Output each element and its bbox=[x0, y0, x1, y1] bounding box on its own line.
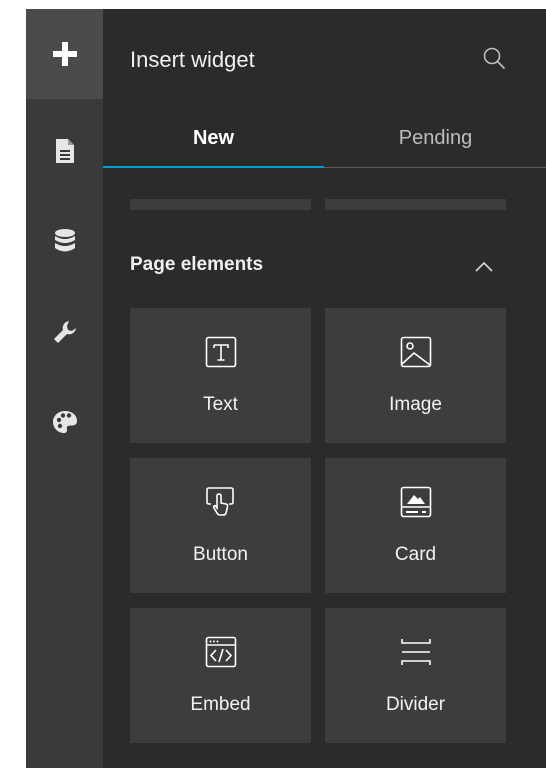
tab-pending[interactable]: Pending bbox=[325, 109, 546, 167]
widget-label: Embed bbox=[190, 694, 251, 715]
rail-data-button[interactable] bbox=[26, 196, 103, 286]
embed-icon bbox=[205, 636, 236, 668]
active-tab-indicator bbox=[103, 166, 324, 168]
text-icon bbox=[205, 336, 236, 368]
palette-icon bbox=[52, 411, 77, 433]
tab-bar: New Pending bbox=[103, 109, 546, 168]
widget-tile-embed[interactable]: Embed bbox=[130, 608, 311, 743]
collapse-section-button[interactable] bbox=[475, 259, 493, 277]
widget-tile-text[interactable]: Text bbox=[130, 308, 311, 443]
widget-tile-divider[interactable]: Divider bbox=[325, 608, 506, 743]
wrench-icon bbox=[53, 321, 76, 343]
widget-label: Text bbox=[203, 394, 238, 415]
button-icon bbox=[205, 487, 234, 516]
widget-tile-image[interactable]: Image bbox=[325, 308, 506, 443]
tab-new[interactable]: New bbox=[103, 109, 324, 167]
card-icon bbox=[400, 486, 431, 518]
search-button[interactable] bbox=[482, 46, 506, 75]
database-icon bbox=[54, 229, 75, 252]
scrolled-tile-edge bbox=[325, 199, 506, 210]
rail-insert-button[interactable] bbox=[26, 9, 103, 99]
section-title: Page elements bbox=[130, 254, 264, 275]
left-rail bbox=[26, 9, 103, 768]
document-icon bbox=[55, 139, 74, 163]
panel-title: Insert widget bbox=[130, 47, 255, 72]
plus-icon bbox=[52, 42, 77, 66]
rail-page-button[interactable] bbox=[26, 106, 103, 196]
scrolled-tile-edge bbox=[130, 199, 311, 210]
widget-label: Divider bbox=[385, 694, 446, 715]
image-icon bbox=[400, 336, 431, 368]
chevron-up-icon bbox=[475, 261, 493, 272]
insert-widget-panel: Insert widget New Pending Page elements bbox=[103, 9, 546, 768]
widget-label: Button bbox=[193, 544, 248, 565]
widget-tile-card[interactable]: Card bbox=[325, 458, 506, 593]
widget-tile-button[interactable]: Button bbox=[130, 458, 311, 593]
divider-icon bbox=[400, 639, 431, 665]
rail-theme-button[interactable] bbox=[26, 377, 103, 467]
widget-label: Card bbox=[394, 544, 437, 565]
rail-tools-button[interactable] bbox=[26, 287, 103, 377]
widget-label: Image bbox=[389, 394, 442, 415]
app-window: Insert widget New Pending Page elements bbox=[26, 9, 546, 768]
search-icon bbox=[483, 47, 506, 70]
